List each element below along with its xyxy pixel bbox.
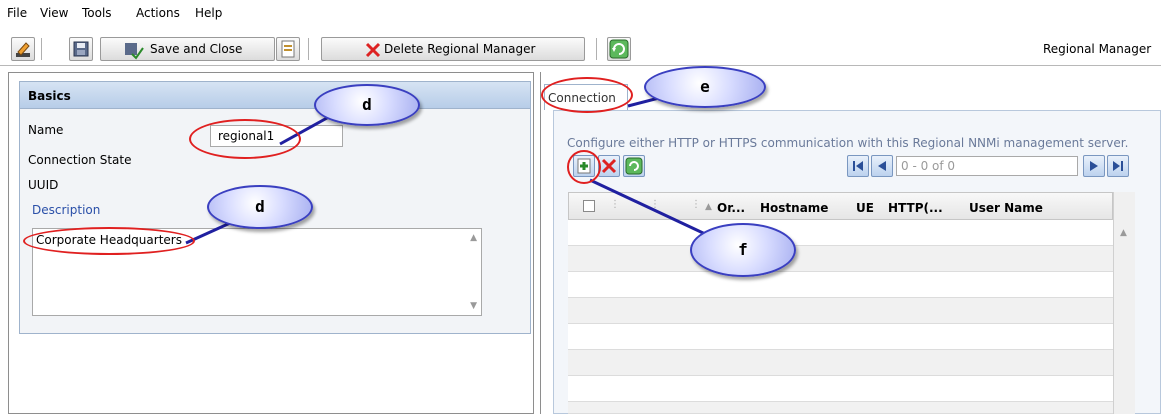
callout-letter: d	[255, 197, 265, 216]
callout-f-new: f	[690, 223, 796, 277]
new-button-highlight	[567, 150, 601, 184]
callout-d-name: d	[314, 84, 420, 126]
callout-pointer-line	[589, 178, 719, 242]
callout-e-tab: e	[644, 66, 766, 108]
description-highlight	[23, 227, 195, 255]
callout-letter: d	[362, 95, 372, 114]
tab-highlight	[541, 77, 633, 113]
callout-d-description: d	[207, 185, 313, 229]
callout-letter: f	[738, 240, 748, 259]
name-highlight	[189, 119, 301, 159]
callout-letter: e	[700, 77, 710, 96]
callout-pointer-lines	[185, 88, 719, 245]
